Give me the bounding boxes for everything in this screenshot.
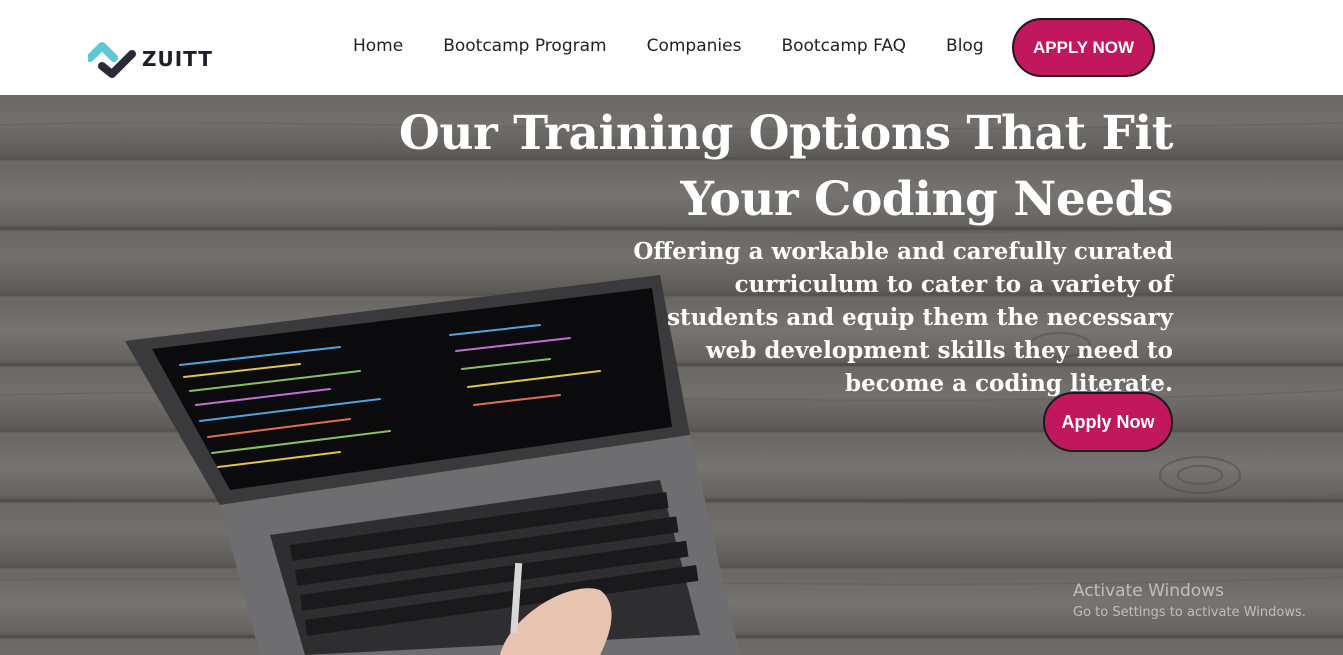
main-nav: Home Bootcamp Program Companies Bootcamp… [353,33,984,59]
brand-logo-link[interactable]: ZUITT [88,40,213,78]
hero-section: Our Training Options That Fit Your Codin… [0,95,1343,655]
nav-link-companies[interactable]: Companies [647,36,742,56]
top-navbar: ZUITT Home Bootcamp Program Companies Bo… [0,0,1343,95]
hero-copy: Our Training Options That Fit Your Codin… [393,101,1174,400]
brand-name: ZUITT [142,47,213,71]
nav-link-blog[interactable]: Blog [946,36,984,56]
hero-title: Our Training Options That Fit Your Codin… [398,106,1174,227]
nav-link-bootcamp-program[interactable]: Bootcamp Program [443,36,606,56]
activate-windows-watermark: Activate Windows Go to Settings to activ… [1073,580,1306,622]
zuitt-logo-icon [88,42,136,78]
hero-subtitle: Offering a workable and carefully curate… [633,238,1173,397]
apply-now-hero-button[interactable]: Apply Now [1043,392,1173,452]
watermark-subtitle: Go to Settings to activate Windows. [1073,605,1306,620]
watermark-title: Activate Windows [1073,581,1224,601]
apply-now-nav-button[interactable]: APPLY NOW [1012,18,1155,77]
nav-link-home[interactable]: Home [353,36,403,56]
nav-link-bootcamp-faq[interactable]: Bootcamp FAQ [781,36,906,56]
